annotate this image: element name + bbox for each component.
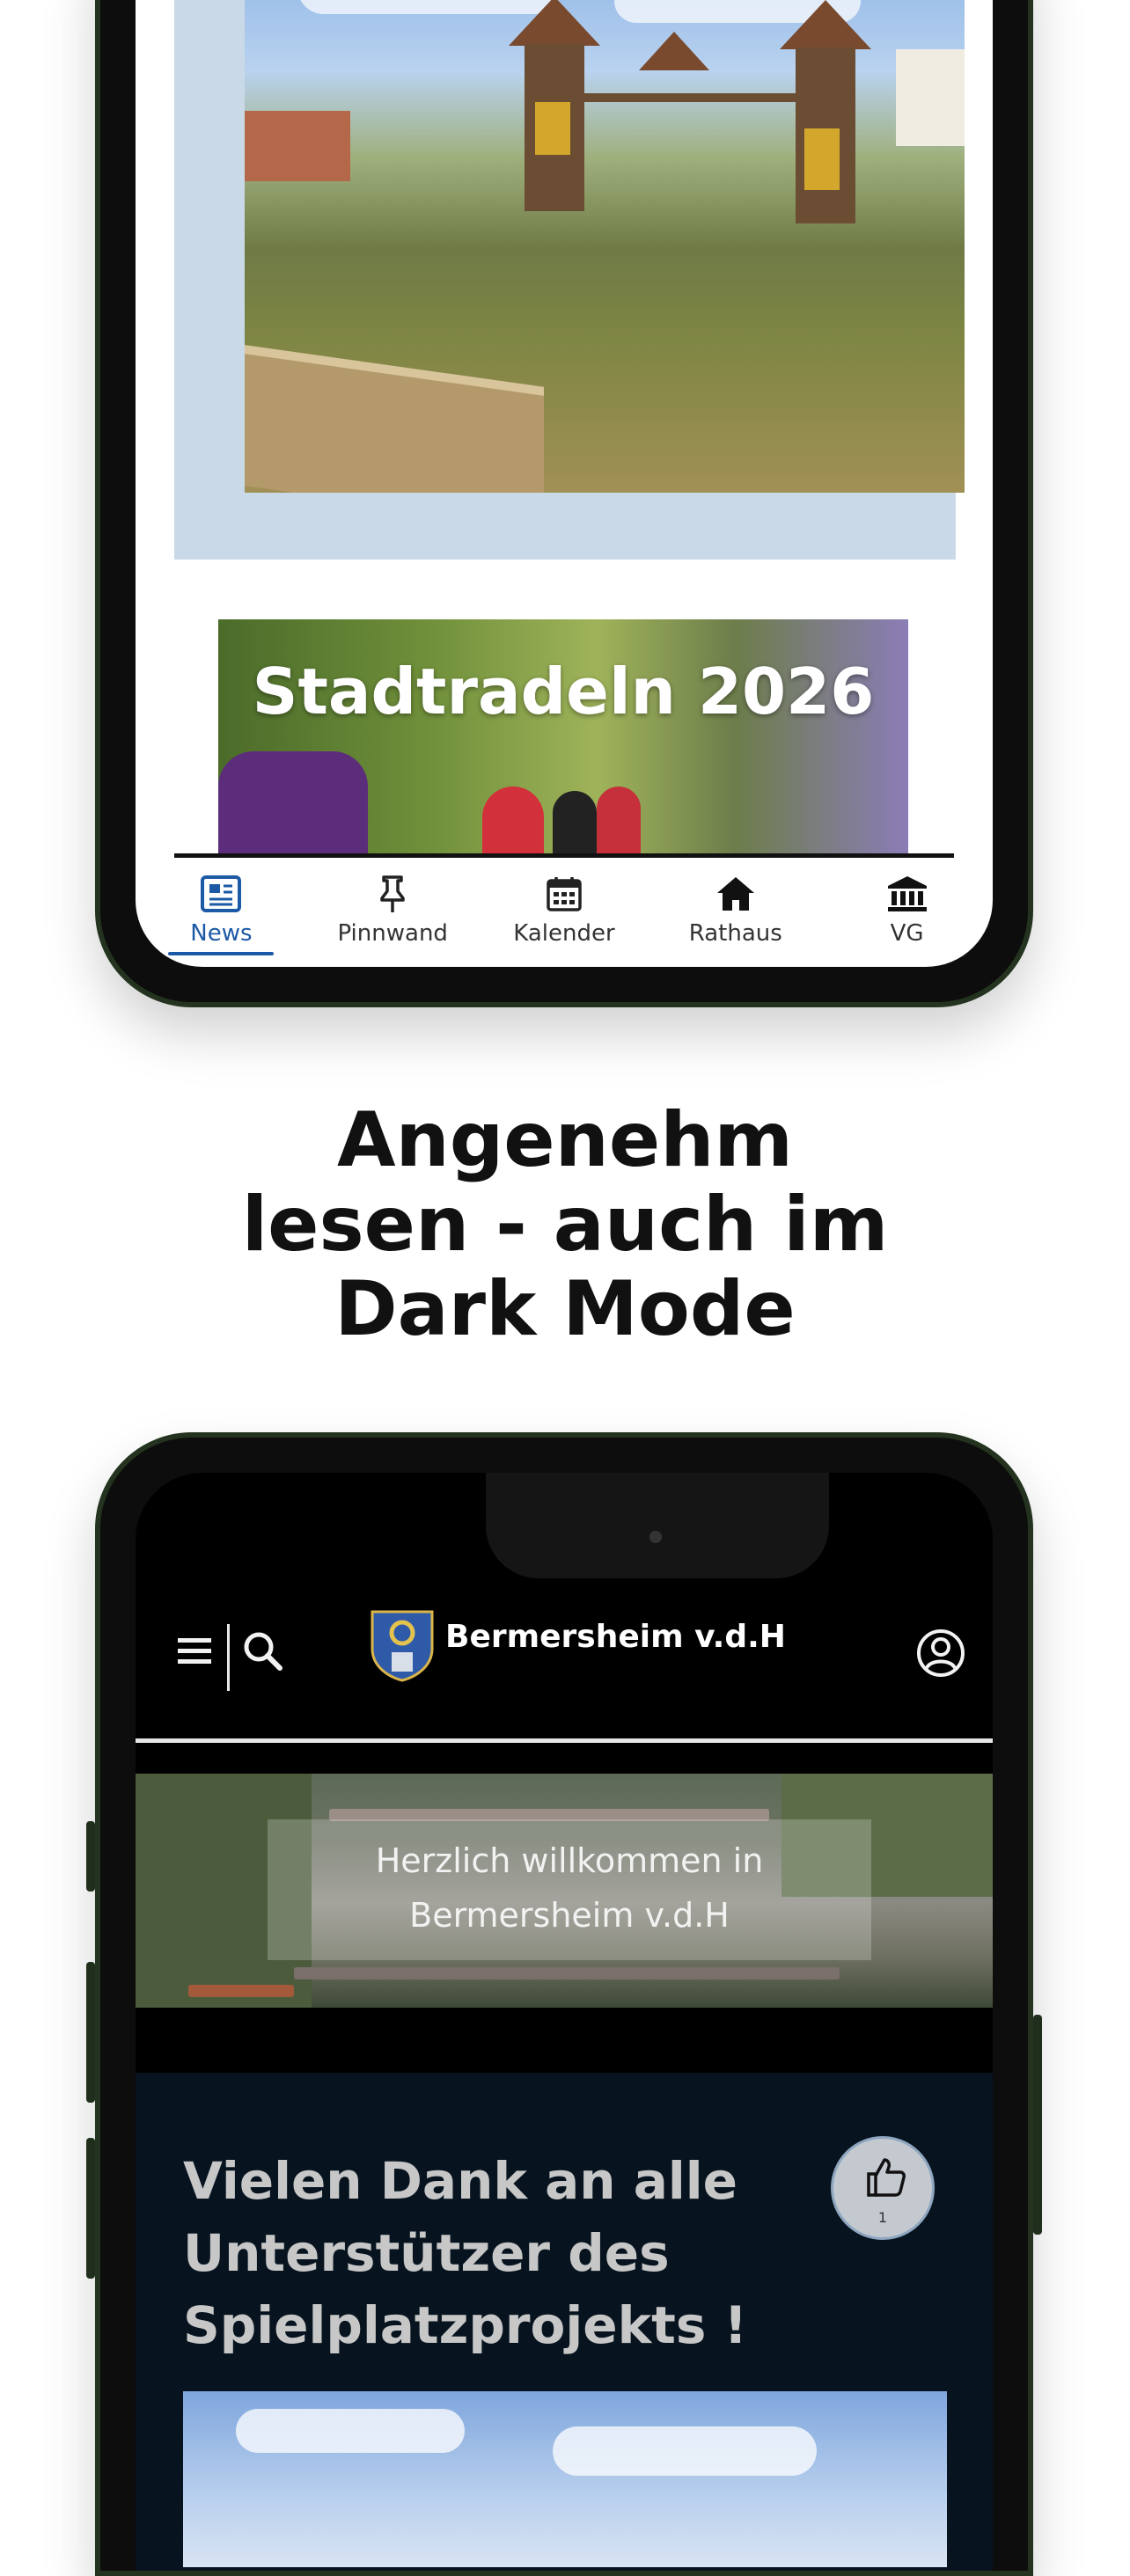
header-divider: [227, 1624, 230, 1691]
pin-icon: [318, 873, 467, 915]
headline-line-1: Angenehm: [336, 1096, 794, 1184]
phone-mockup-light: Stadtradeln 2026 News Pinnwand Kalender …: [95, 0, 1033, 1007]
hero-text: Herzlich willkommen in Bermersheim v.d.H: [268, 1833, 871, 1943]
municipality-crest-icon: [369, 1608, 436, 1682]
headline-line-3: Dark Mode: [334, 1265, 796, 1353]
article-title-line-3: Spielplatzprojekts !: [183, 2295, 748, 2355]
yellow-panel: [804, 128, 840, 190]
rider: [553, 791, 597, 855]
like-button[interactable]: 1: [831, 2136, 935, 2240]
climbing-bar: [584, 93, 796, 102]
header-bottom-border: [136, 1738, 993, 1743]
cloud: [236, 2409, 465, 2453]
app-title: Bermersheim v.d.H: [445, 1619, 786, 1655]
stadtradeln-banner[interactable]: Stadtradeln 2026: [218, 619, 908, 855]
house: [245, 111, 350, 181]
tower-roof: [509, 0, 600, 46]
rooftops: [294, 1967, 840, 1980]
tab-kalender[interactable]: Kalender: [489, 859, 639, 955]
tab-pinnwand-label: Pinnwand: [337, 920, 448, 947]
house: [896, 49, 965, 146]
rider: [218, 751, 368, 855]
tab-kalender-label: Kalender: [513, 920, 615, 947]
tab-rathaus-label: Rathaus: [688, 920, 782, 947]
hero-line-1: Herzlich willkommen in: [375, 1841, 764, 1880]
search-icon[interactable]: [241, 1629, 285, 1673]
home-icon: [661, 873, 811, 915]
marketing-headline: Angenehm lesen - auch im Dark Mode: [0, 1098, 1130, 1351]
article-title: Vielen Dank an alle Unterstützer des Spi…: [183, 2145, 781, 2361]
phone-side-button: [86, 1821, 95, 1892]
tab-pinnwand[interactable]: Pinnwand: [318, 859, 467, 955]
menu-icon[interactable]: [174, 1631, 215, 1672]
screen-dark: Bermersheim v.d.H Herzlich willkommen in…: [136, 1473, 993, 2571]
sandbox: [245, 345, 544, 493]
bank-icon: [833, 873, 982, 915]
phone-side-button: [86, 2138, 95, 2279]
article-title-line-2: Unterstützer des: [183, 2223, 670, 2283]
news-card[interactable]: Vielen Dank an alle Unterstützer des Spi…: [136, 2073, 993, 2571]
tower-roof: [639, 32, 709, 70]
article-photo: [183, 2391, 947, 2567]
phone-side-button: [1033, 2015, 1042, 2235]
tab-news[interactable]: News: [146, 859, 296, 955]
tabbar-divider: [174, 853, 954, 858]
thumbs-up-icon: [867, 2158, 906, 2197]
welcome-hero: Herzlich willkommen in Bermersheim v.d.H: [136, 1774, 993, 2008]
tab-vg-label: VG: [890, 920, 924, 947]
rider: [597, 787, 641, 855]
banner-title: Stadtradeln 2026: [252, 655, 875, 728]
yellow-panel: [535, 102, 570, 155]
newspaper-icon: [146, 873, 296, 915]
tab-news-label: News: [190, 920, 253, 947]
tab-vg[interactable]: VG: [833, 859, 982, 955]
hero-line-2: Bermersheim v.d.H: [409, 1896, 730, 1935]
phone-side-button: [86, 1962, 95, 2103]
screen-light: Stadtradeln 2026 News Pinnwand Kalender …: [136, 0, 993, 967]
like-count: 1: [877, 2209, 888, 2226]
rooftops: [188, 1985, 294, 1997]
playground-photo: [245, 0, 965, 493]
tower-roof: [780, 0, 871, 49]
bottom-tab-bar: News Pinnwand Kalender Rathaus VG: [136, 859, 993, 955]
calendar-icon: [489, 873, 639, 915]
rider: [482, 787, 544, 855]
headline-line-2: lesen - auch im: [241, 1181, 889, 1269]
active-tab-indicator: [168, 952, 275, 955]
account-icon[interactable]: [915, 1628, 966, 1679]
phone-mockup-dark: Bermersheim v.d.H Herzlich willkommen in…: [95, 1432, 1033, 2576]
dynamic-island: [486, 1473, 829, 1578]
article-image-panel: [174, 0, 965, 560]
tab-rathaus[interactable]: Rathaus: [661, 859, 811, 955]
cloud: [553, 2426, 817, 2476]
camera-dot: [649, 1531, 662, 1543]
article-title-line-1: Vielen Dank an alle: [183, 2151, 737, 2211]
